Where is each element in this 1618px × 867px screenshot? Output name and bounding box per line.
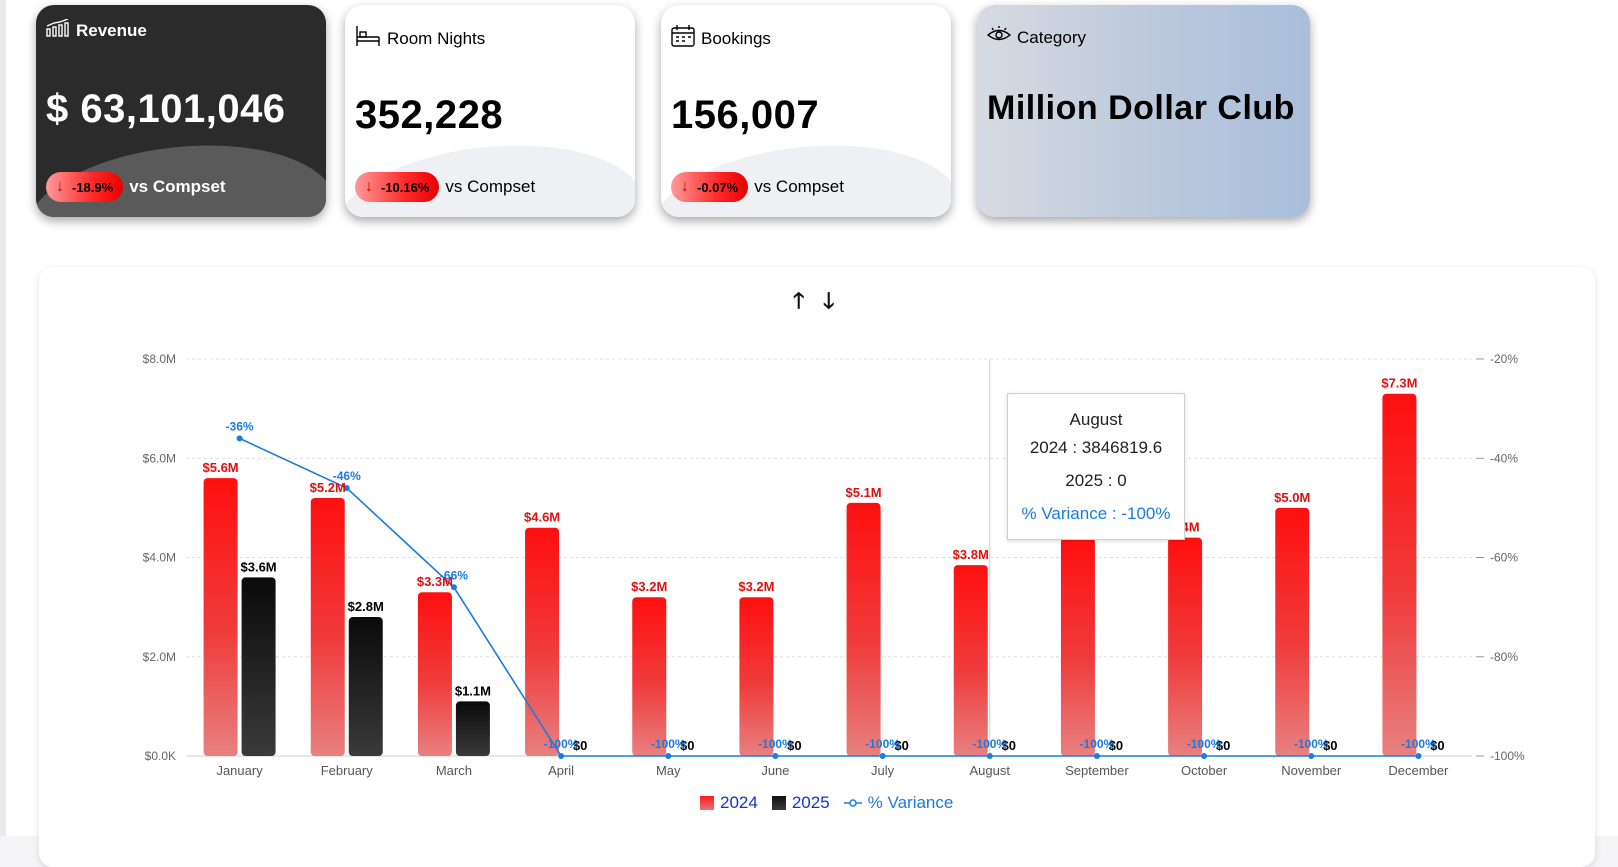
legend-label-2025: 2025 (791, 793, 830, 812)
room-nights-card[interactable]: Room Nights 352,228 ↓ -10.16% vs Compset (345, 5, 635, 217)
tooltip-variance: % Variance : -100% (1021, 504, 1171, 523)
tooltip-2025: 2025 : 0 (1065, 471, 1127, 490)
bookings-footer: ↓ -0.07% vs Compset (671, 172, 844, 202)
legend-line-icon (843, 793, 862, 813)
revenue-title: Revenue (76, 20, 147, 40)
sort-ascending-icon[interactable]: 🡑 (793, 284, 804, 322)
legend-label-2024: 2024 (720, 793, 758, 812)
room-nights-badge-value: -10.16% (381, 179, 430, 195)
room-nights-compare: vs Compset (445, 177, 536, 196)
legend-variance[interactable]: % Variance (843, 793, 954, 813)
bookings-value: 156,007 (671, 93, 820, 137)
sort-descending-icon[interactable]: 🡓 (823, 284, 834, 322)
bookings-header: Bookings (671, 25, 771, 52)
arrow-down-icon: ↓ (56, 178, 64, 195)
chart-legend: 2024 2025 % Variance (700, 793, 953, 813)
room-nights-header: Room Nights (355, 25, 485, 52)
legend-label-variance: % Variance (867, 793, 954, 812)
legend-swatch-2025 (771, 796, 786, 810)
revenue-chart-panel (39, 267, 1595, 867)
bookings-title: Bookings (701, 28, 771, 48)
room-nights-value: 352,228 (355, 93, 504, 137)
revenue-badge-value: -18.9% (72, 179, 114, 195)
eye-icon (986, 25, 1012, 50)
room-nights-badge: ↓ -10.16% (355, 172, 440, 202)
bookings-card[interactable]: Bookings 156,007 ↓ -0.07% vs Compset (661, 5, 951, 217)
bookings-badge: ↓ -0.07% (671, 172, 749, 202)
revenue-compare: vs Compset (129, 177, 226, 196)
revenue-footer: ↓ -18.9% vs Compset (46, 172, 226, 202)
legend-2024[interactable]: 2024 (700, 793, 758, 813)
category-header: Category (986, 25, 1086, 50)
category-title: Category (1017, 27, 1086, 47)
arrow-down-icon: ↓ (365, 178, 373, 195)
category-value: Million Dollar Club (987, 89, 1295, 127)
legend-2025[interactable]: 2025 (771, 793, 830, 813)
bookings-badge-value: -0.07% (697, 179, 739, 195)
revenue-card[interactable]: Revenue $ 63,101,046 ↓ -18.9% vs Compset (36, 5, 326, 217)
bookings-compare: vs Compset (754, 177, 844, 196)
tooltip-2024: 2024 : 3846819.6 (1029, 438, 1163, 457)
bar-chart-icon (46, 18, 70, 42)
calendar-icon (671, 25, 695, 52)
room-nights-footer: ↓ -10.16% vs Compset (355, 172, 535, 202)
revenue-header: Revenue (46, 18, 147, 42)
bed-icon (355, 25, 381, 52)
category-card[interactable]: Category Million Dollar Club (977, 5, 1310, 217)
revenue-value: $ 63,101,046 (46, 87, 286, 131)
tooltip-month: August (1069, 410, 1123, 429)
arrow-down-icon: ↓ (681, 178, 689, 195)
chart-tooltip: August 2024 : 3846819.6 2025 : 0 % Varia… (1007, 393, 1185, 540)
legend-swatch-2024 (700, 796, 714, 810)
room-nights-title: Room Nights (387, 28, 486, 48)
revenue-badge: ↓ -18.9% (46, 172, 124, 202)
